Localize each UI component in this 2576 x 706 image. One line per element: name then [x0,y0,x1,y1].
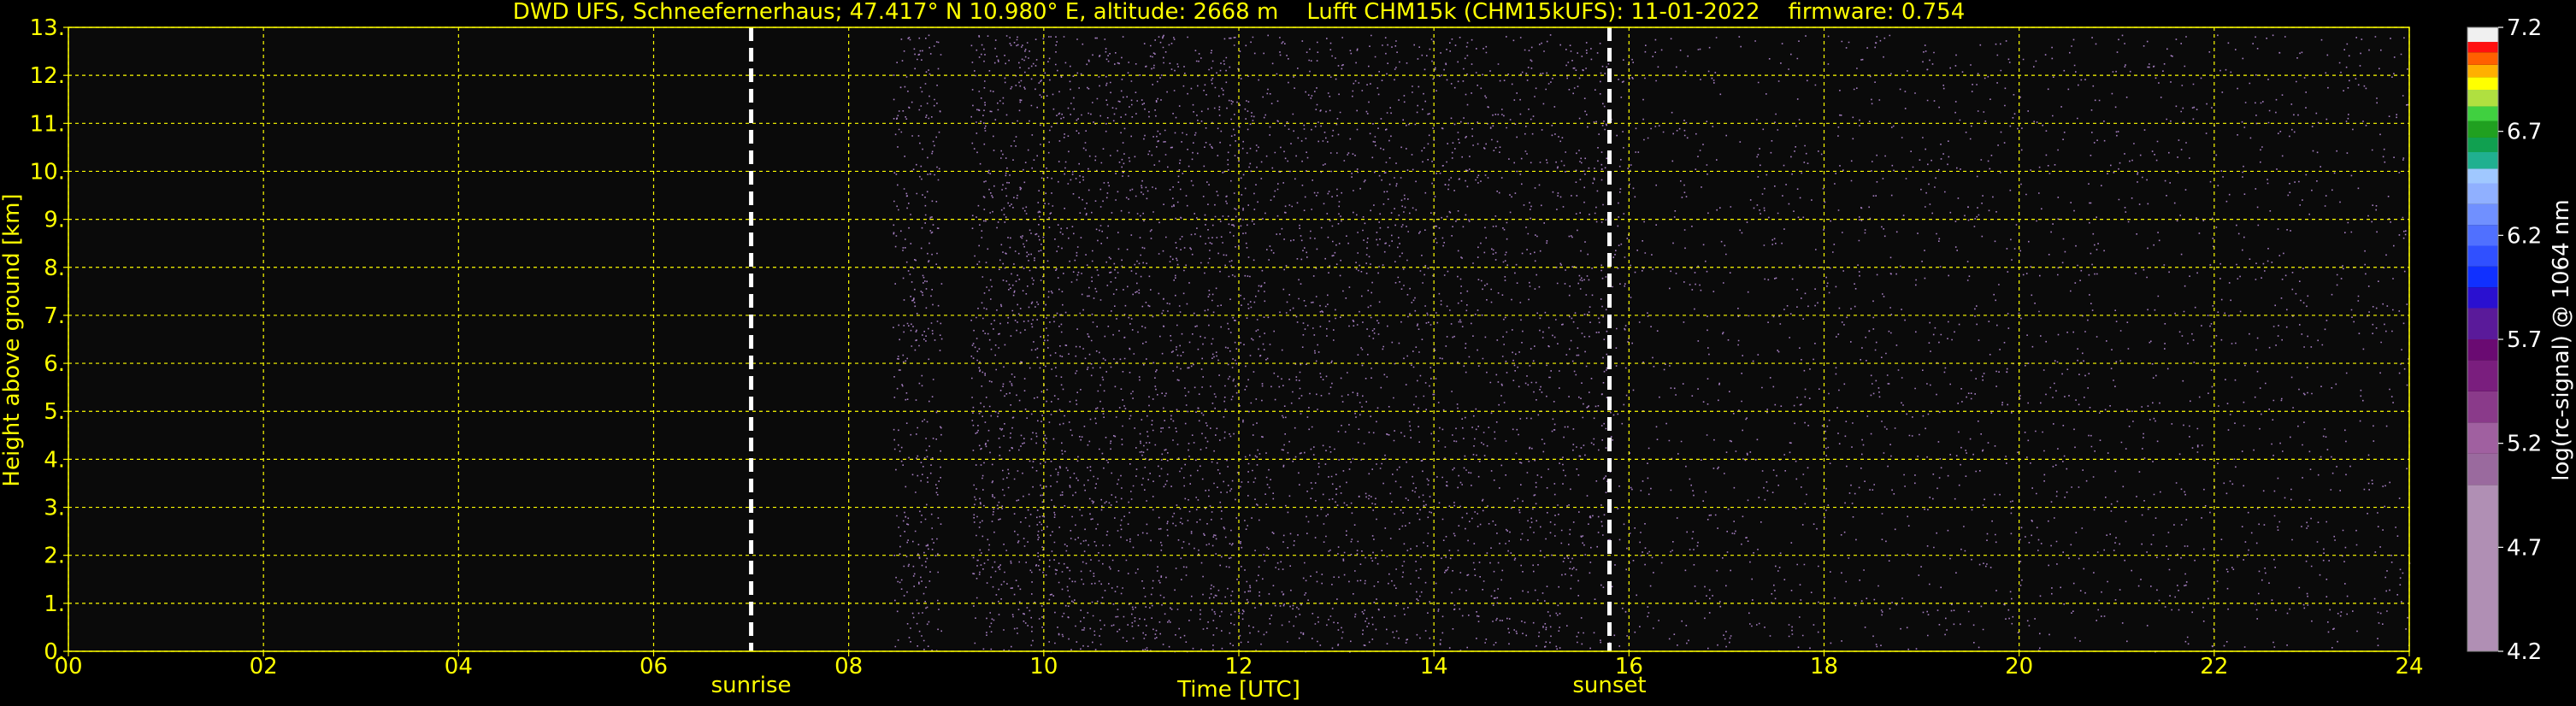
colorbar-band [2467,121,2498,138]
y-tick-label: 3. [44,496,65,521]
colorbar-tick-label: 5.7 [2507,327,2542,353]
colorbar-band [2467,245,2498,267]
colorbar-band [2467,90,2498,107]
colorbar-band [2467,42,2498,53]
colorbar-band [2467,64,2498,78]
colorbar-band [2467,391,2498,423]
y-tick-label: 2. [44,544,65,569]
colorbar-band [2467,168,2498,184]
marker-label-sunrise: sunrise [711,673,792,698]
colorbar-band [2467,137,2498,152]
colorbar-band [2467,308,2498,339]
plot-area [68,26,2411,653]
ceilometer-chart: DWD UFS, Schneefernerhaus; 47.417° N 10.… [0,0,2576,706]
colorbar-tick-label: 5.2 [2507,432,2542,457]
x-tick-label: 02 [250,654,278,680]
y-tick-label: 4. [44,447,65,473]
y-tick-label: 12. [30,63,65,89]
y-tick-label: 0. [44,639,65,665]
x-tick-label: 14 [1420,654,1448,680]
y-tick-label: 6. [44,351,65,377]
colorbar [2467,26,2499,652]
y-tick-label: 8. [44,256,65,281]
x-tick-label: 18 [1810,654,1838,680]
colorbar-tick-label: 6.7 [2507,120,2542,145]
x-tick-label: 12 [1224,654,1253,680]
colorbar-band [2467,183,2498,204]
colorbar-band [2467,203,2498,226]
colorbar-band [2467,453,2498,485]
y-tick-label: 9. [44,208,65,233]
x-tick-label: 04 [445,654,473,680]
colorbar-band [2467,152,2498,169]
x-axis-label: Time [UTC] [1176,677,1300,703]
x-tick-label: 06 [640,654,668,680]
colorbar-tick-label: 4.2 [2507,639,2542,665]
y-tick-label: 13. [30,15,65,41]
plot-background [68,27,2409,651]
y-axis-label: Height above ground [km] [0,193,25,486]
colorbar-band [2467,106,2498,121]
colorbar-band [2467,339,2498,361]
colorbar-label: log(rc-signal) @ 1064 nm [2549,199,2574,480]
colorbar-band [2467,27,2498,43]
colorbar-tick-label: 7.2 [2507,15,2542,41]
y-tick-label: 7. [44,303,65,329]
colorbar-band [2467,360,2498,391]
x-tick-label: 10 [1029,654,1058,680]
colorbar-band [2467,422,2498,454]
chart-title: DWD UFS, Schneefernerhaus; 47.417° N 10.… [513,0,1966,25]
colorbar-band [2467,287,2498,309]
y-tick-label: 1. [44,591,65,617]
colorbar-band [2467,77,2498,90]
x-tick-label: 08 [834,654,863,680]
colorbar-tick-label: 6.2 [2507,223,2542,249]
colorbar-band [2467,225,2498,246]
colorbar-band [2467,52,2498,65]
x-tick-label: 24 [2395,654,2423,680]
x-tick-label: 16 [1615,654,1643,680]
colorbar-tick-label: 4.7 [2507,535,2542,561]
x-tick-label: 22 [2200,654,2228,680]
colorbar-band [2467,485,2498,651]
y-tick-label: 10. [30,159,65,185]
y-tick-label: 11. [30,111,65,137]
y-tick-label: 5. [44,399,65,425]
colorbar-band [2467,266,2498,288]
x-tick-label: 20 [2005,654,2033,680]
